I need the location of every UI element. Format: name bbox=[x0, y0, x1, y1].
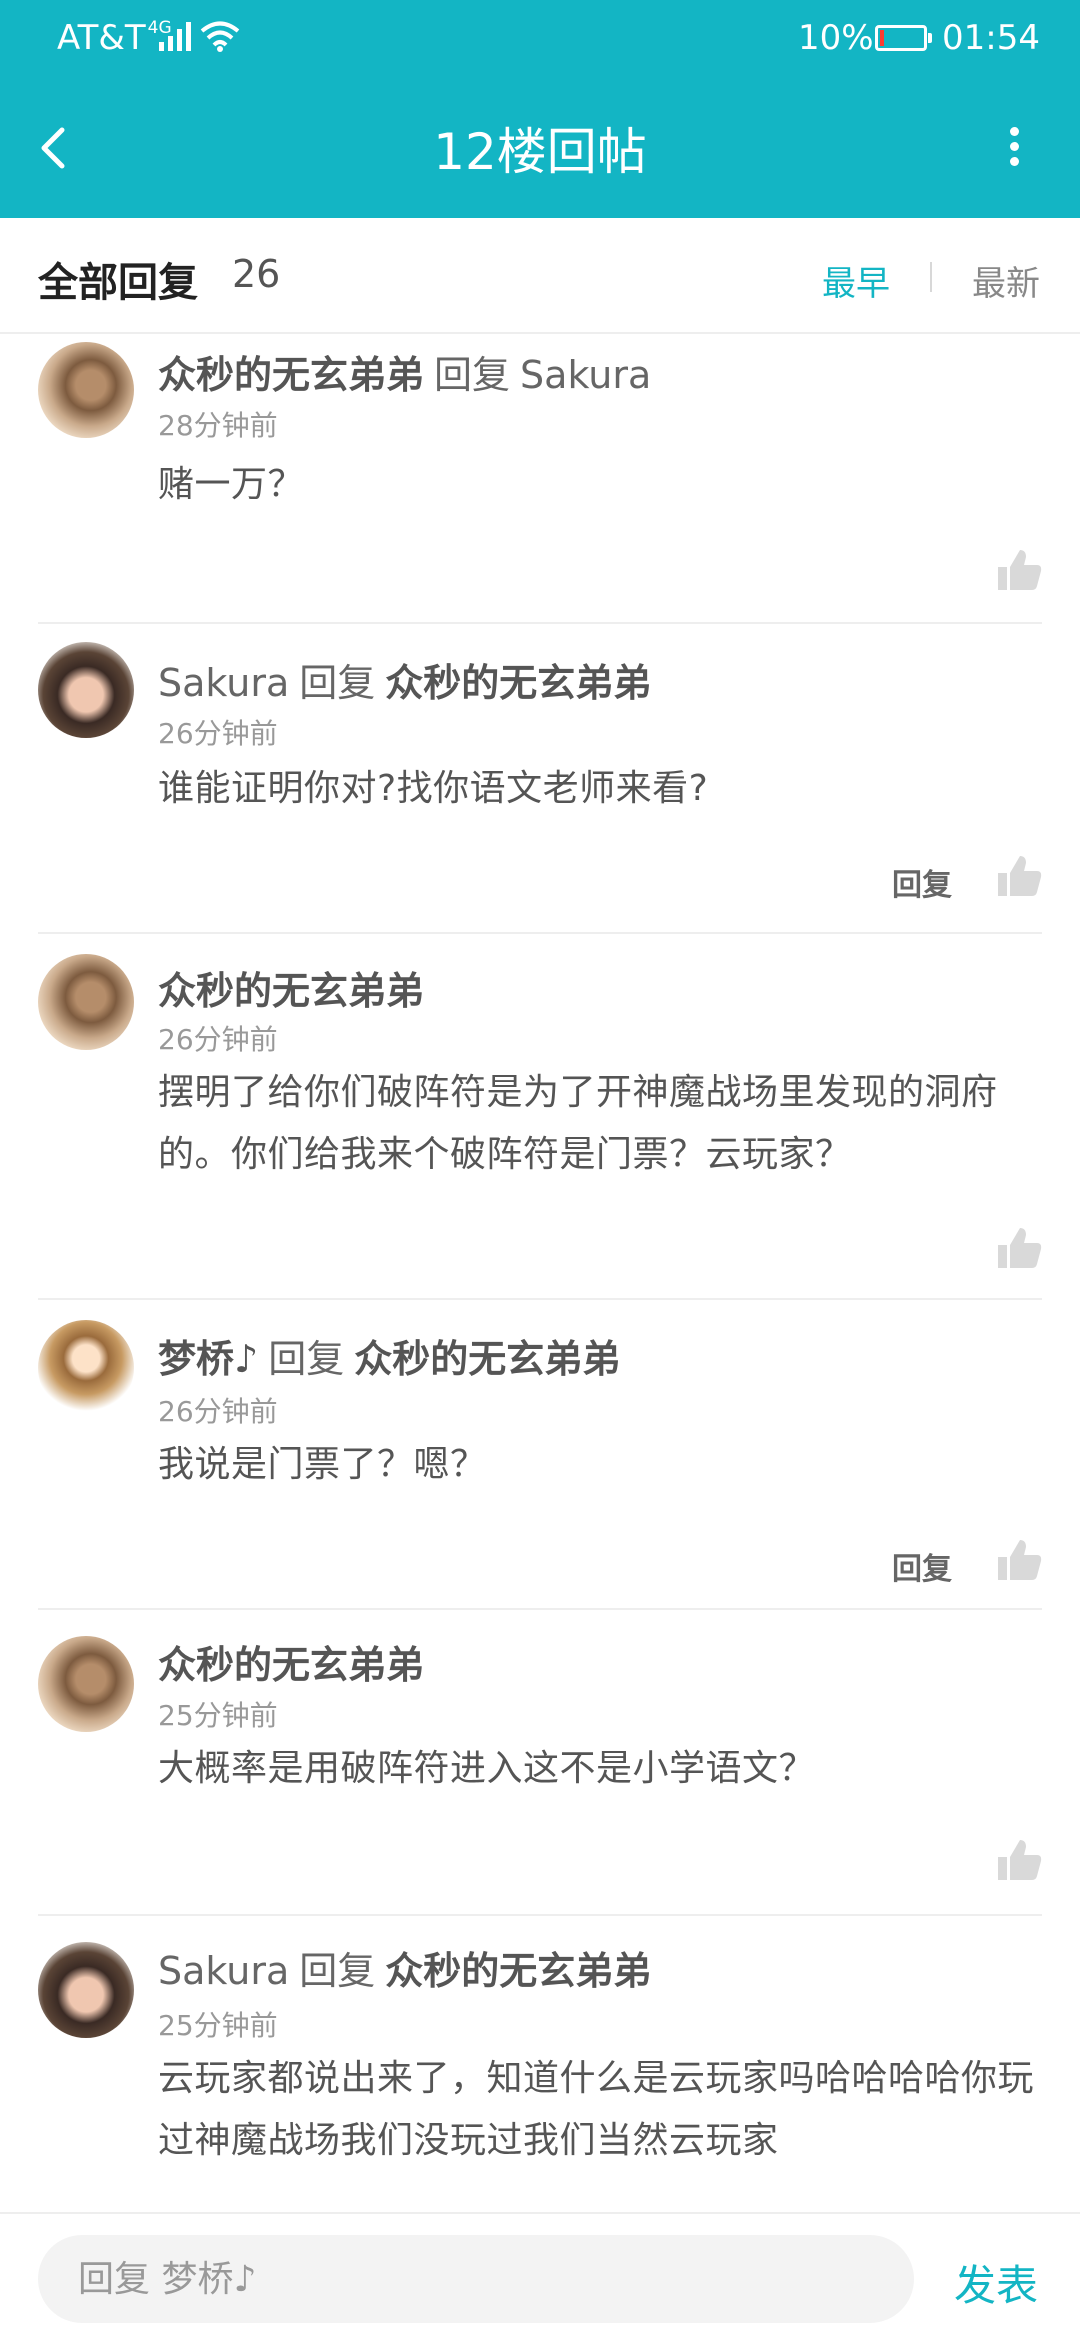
author-name[interactable]: 众秒的无玄弟弟 bbox=[158, 353, 424, 397]
author-name[interactable]: 梦桥♪ bbox=[158, 1337, 258, 1381]
reply-word: 回复 bbox=[434, 353, 511, 397]
sort-divider bbox=[930, 262, 932, 292]
reply-target[interactable]: 众秒的无玄弟弟 bbox=[385, 1949, 651, 1993]
battery-percent: 10% bbox=[798, 18, 874, 58]
carrier-label: AT&T 4G bbox=[57, 18, 172, 58]
comment-item: 众秒的无玄弟弟 26分钟前 摆明了给你们破阵符是为了开神魔战场里发现的洞府的。你… bbox=[0, 934, 1080, 1300]
comment-text: 我说是门票了？嗯？ bbox=[158, 1444, 487, 1485]
avatar[interactable] bbox=[38, 954, 134, 1050]
thumbs-up-icon[interactable] bbox=[996, 1838, 1042, 1882]
comment-item: Sakura 回复 众秒的无玄弟弟 26分钟前 谁能证明你对?找你语文老师来看? 回… bbox=[0, 624, 1080, 934]
comment-text: 赌一万？ bbox=[158, 464, 305, 505]
reply-target[interactable]: 众秒的无玄弟弟 bbox=[354, 1337, 620, 1381]
reply-count: 26 bbox=[232, 252, 281, 296]
reply-input[interactable] bbox=[38, 2235, 914, 2323]
comment-item: 众秒的无玄弟弟 25分钟前 大概率是用破阵符进入这不是小学语文？ bbox=[0, 1610, 1080, 1916]
avatar[interactable] bbox=[38, 1320, 134, 1416]
comment-time: 26分钟前 bbox=[158, 1023, 278, 1056]
comment-time: 25分钟前 bbox=[158, 1699, 278, 1732]
reply-target[interactable]: 众秒的无玄弟弟 bbox=[385, 661, 651, 705]
comment-text: 大概率是用破阵符进入这不是小学语文？ bbox=[158, 1748, 816, 1789]
comment-header: 众秒的无玄弟弟 回复 Sakura bbox=[158, 344, 651, 399]
reply-button[interactable]: 回复 bbox=[892, 860, 952, 904]
author-name[interactable]: 众秒的无玄弟弟 bbox=[158, 969, 424, 1013]
more-options-icon[interactable] bbox=[990, 113, 1038, 179]
comment-text: 云玩家都说出来了，知道什么是云玩家吗哈哈哈哈你玩过神魔战场我们没玩过我们当然云玩… bbox=[158, 2058, 1035, 2161]
thumbs-up-icon[interactable] bbox=[996, 548, 1042, 592]
avatar[interactable] bbox=[38, 1942, 134, 2038]
comment-text: 谁能证明你对?找你语文老师来看? bbox=[158, 768, 709, 809]
status-bar: AT&T 4G 10% 01:54 bbox=[0, 0, 1080, 78]
battery-level bbox=[880, 30, 884, 46]
avatar[interactable] bbox=[38, 342, 134, 438]
wifi-icon bbox=[200, 21, 240, 52]
author-name[interactable]: Sakura bbox=[158, 661, 289, 705]
comment-header: Sakura 回复 众秒的无玄弟弟 bbox=[158, 1940, 651, 1995]
sort-earliest-tab[interactable]: 最早 bbox=[822, 256, 890, 305]
comment-item: Sakura 回复 众秒的无玄弟弟 25分钟前 云玩家都说出来了，知道什么是云玩家吗… bbox=[0, 1916, 1080, 2216]
author-name[interactable]: Sakura bbox=[158, 1949, 289, 1993]
reply-word: 回复 bbox=[299, 1949, 376, 1993]
thumbs-up-icon[interactable] bbox=[996, 854, 1042, 898]
comment-text: 摆明了给你们破阵符是为了开神魔战场里发现的洞府的。你们给我来个破阵符是门票？云玩… bbox=[158, 1072, 998, 1175]
app-header: AT&T 4G 10% 01:54 12楼回帖 bbox=[0, 0, 1080, 218]
reply-word: 回复 bbox=[268, 1337, 345, 1381]
status-time: 01:54 bbox=[942, 18, 1040, 58]
comment-item: 梦桥♪ 回复 众秒的无玄弟弟 26分钟前 我说是门票了？嗯？ 回复 bbox=[0, 1300, 1080, 1610]
comment-header: 众秒的无玄弟弟 bbox=[158, 1634, 424, 1689]
all-replies-label: 全部回复 bbox=[38, 260, 198, 306]
page-title: 12楼回帖 bbox=[433, 123, 647, 181]
reply-button[interactable]: 回复 bbox=[892, 1544, 952, 1588]
thumbs-up-icon[interactable] bbox=[996, 1226, 1042, 1270]
comment-header: 梦桥♪ 回复 众秒的无玄弟弟 bbox=[158, 1328, 620, 1383]
comment-header: 众秒的无玄弟弟 bbox=[158, 960, 424, 1015]
avatar[interactable] bbox=[38, 642, 134, 738]
comment-time: 26分钟前 bbox=[158, 1395, 278, 1428]
comment-time: 26分钟前 bbox=[158, 717, 278, 750]
battery-icon bbox=[875, 25, 932, 51]
comment-item: 众秒的无玄弟弟 回复 Sakura 28分钟前 赌一万？ bbox=[0, 334, 1080, 624]
comment-header: Sakura 回复 众秒的无玄弟弟 bbox=[158, 652, 651, 707]
thumbs-up-icon[interactable] bbox=[996, 1538, 1042, 1582]
replies-header: 全部回复 26 最早 最新 bbox=[0, 218, 1080, 334]
author-name[interactable]: 众秒的无玄弟弟 bbox=[158, 1643, 424, 1687]
avatar[interactable] bbox=[38, 1636, 134, 1732]
comment-list: 众秒的无玄弟弟 回复 Sakura 28分钟前 赌一万？ Sakura 回复 众秒的无玄… bbox=[0, 334, 1080, 2216]
signal-icon bbox=[159, 22, 191, 51]
reply-composer: 发表 bbox=[0, 2212, 1080, 2340]
reply-target[interactable]: Sakura bbox=[520, 353, 651, 397]
sort-latest-tab[interactable]: 最新 bbox=[972, 256, 1040, 305]
comment-time: 25分钟前 bbox=[158, 2009, 278, 2042]
reply-word: 回复 bbox=[299, 661, 376, 705]
send-button[interactable]: 发表 bbox=[954, 2252, 1038, 2313]
comment-time: 28分钟前 bbox=[158, 409, 278, 442]
